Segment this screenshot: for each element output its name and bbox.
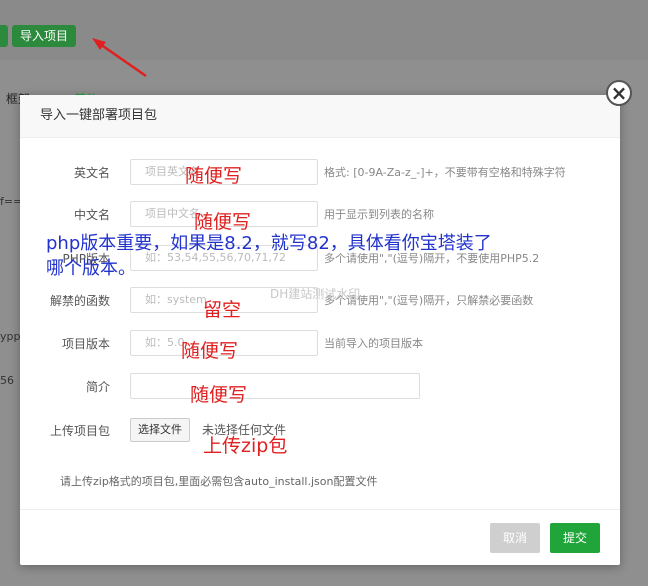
choose-file-button[interactable]: 选择文件 [130, 418, 190, 442]
annotation-cn-name: 随便写 [194, 211, 252, 233]
field-hint: 当前导入的项目版本 [324, 337, 423, 350]
field-label: 简介 [85, 380, 110, 394]
close-icon[interactable]: × [606, 80, 632, 106]
field-label: 上传项目包 [49, 424, 110, 438]
annotation-functions: 留空 [203, 299, 242, 321]
side-fragment: ypp [0, 330, 21, 343]
import-project-button[interactable]: 导入项目 [12, 25, 77, 47]
cancel-button[interactable]: 取消 [490, 523, 540, 553]
side-fragment: 56 [0, 374, 14, 387]
intro-input[interactable] [130, 373, 420, 399]
submit-button[interactable]: 提交 [550, 523, 600, 553]
annotation-en-name: 随便写 [185, 165, 243, 187]
field-label: 项目版本 [61, 337, 110, 351]
annotation-upload: 上传zip包 [203, 435, 288, 457]
side-fragment: f== [0, 195, 23, 208]
field-label: 中文名 [73, 208, 110, 222]
top-bar [0, 0, 648, 60]
field-row-intro: 简介 [20, 373, 620, 403]
field-label: 英文名 [73, 166, 110, 180]
partial-button[interactable] [0, 25, 8, 47]
annotation-intro: 随便写 [190, 384, 248, 406]
watermark: DH建站测试水印 [270, 287, 361, 301]
import-dialog: 导入一键部署项目包 英文名 项目英文名 格式: [0-9A-Za-z_-]+，不… [20, 95, 620, 565]
dialog-title: 导入一键部署项目包 [20, 95, 620, 138]
field-row-english-name: 英文名 项目英文名 格式: [0-9A-Za-z_-]+，不要带有空格和特殊字符 [20, 159, 620, 189]
annotation-php-note: php版本重要，如果是8.2，就写82，具体看你宝塔装了哪个版本。 [46, 233, 492, 279]
field-row-upload: 上传项目包 选择文件 未选择任何文件 [20, 417, 620, 447]
field-row-chinese-name: 中文名 项目中文名 用于显示到列表的名称 [20, 201, 620, 231]
annotation-version: 随便写 [181, 340, 239, 362]
upload-note: 请上传zip格式的项目包,里面必需包含auto_install.json配置文件 [60, 475, 378, 488]
footer-divider [20, 509, 620, 510]
field-row-project-version: 项目版本 如：5.0 当前导入的项目版本 [20, 330, 620, 360]
field-hint: 用于显示到列表的名称 [324, 208, 434, 221]
field-label: 解禁的函数 [49, 294, 110, 308]
field-hint: 格式: [0-9A-Za-z_-]+，不要带有空格和特殊字符 [324, 166, 566, 179]
